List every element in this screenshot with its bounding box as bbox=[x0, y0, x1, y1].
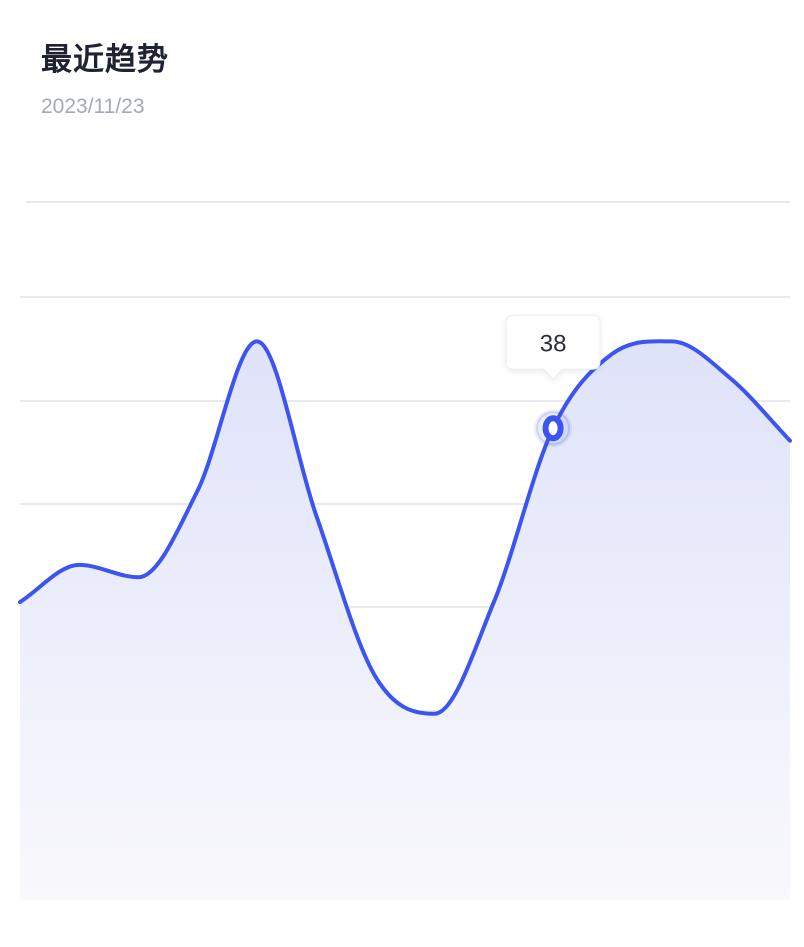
active-point-dot[interactable] bbox=[542, 415, 564, 442]
trend-chart[interactable]: 38 bbox=[0, 0, 804, 947]
active-point-marker[interactable] bbox=[534, 409, 573, 448]
tooltip-value: 38 bbox=[540, 330, 567, 357]
series-area bbox=[20, 341, 790, 900]
tooltip: 38 bbox=[505, 314, 601, 381]
